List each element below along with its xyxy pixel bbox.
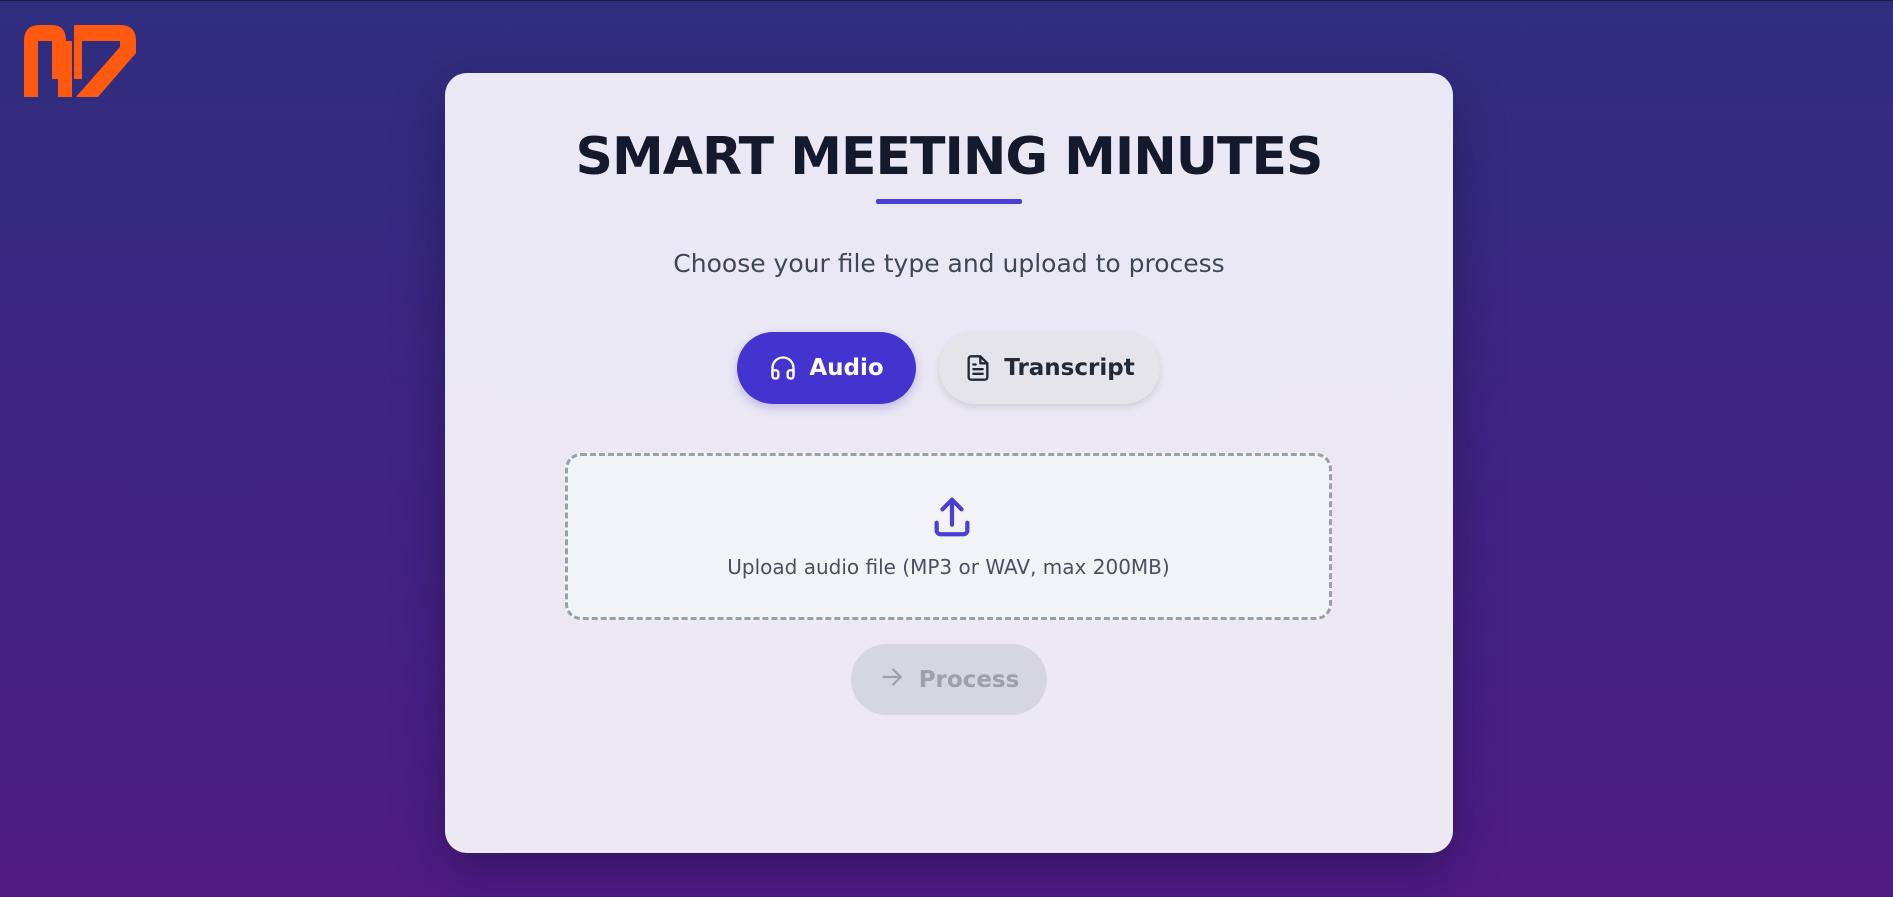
upload-card: SMART MEETING MINUTES Choose your file t… <box>445 73 1453 853</box>
md-logo-icon <box>24 25 136 97</box>
upload-hint-text: Upload audio file (MP3 or WAV, max 200MB… <box>727 555 1170 579</box>
page-subtitle: Choose your file type and upload to proc… <box>673 249 1225 278</box>
arrow-right-icon <box>879 664 905 696</box>
document-icon <box>964 354 992 382</box>
transcript-type-label: Transcript <box>1004 355 1135 381</box>
audio-type-label: Audio <box>809 355 884 381</box>
title-underline <box>876 199 1022 204</box>
page-title: SMART MEETING MINUTES <box>575 127 1324 187</box>
audio-type-button[interactable]: Audio <box>737 332 916 404</box>
file-dropzone[interactable]: Upload audio file (MP3 or WAV, max 200MB… <box>565 453 1332 620</box>
top-border-line <box>0 0 1893 1</box>
transcript-type-button[interactable]: Transcript <box>939 332 1160 404</box>
process-button[interactable]: Process <box>851 644 1047 715</box>
upload-icon <box>929 494 975 540</box>
process-button-label: Process <box>918 666 1020 693</box>
headphones-icon <box>769 354 797 382</box>
